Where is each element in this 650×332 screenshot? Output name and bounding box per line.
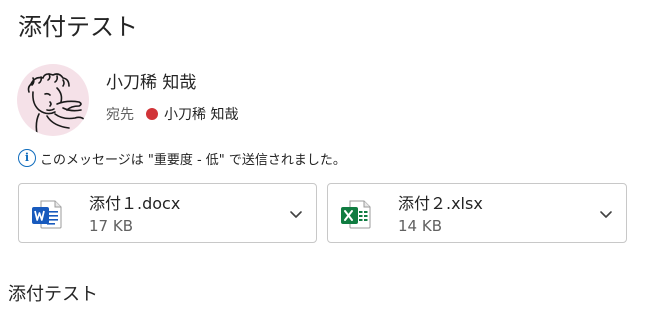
importance-notice-text: このメッセージは "重要度 - 低" で送信されました。 (40, 152, 346, 168)
chevron-down-icon[interactable] (288, 206, 304, 222)
message-body: 添付テスト (8, 284, 98, 305)
attachment-size: 14 KB (398, 217, 442, 235)
importance-notice: i このメッセージは "重要度 - 低" で送信されました。 (18, 146, 346, 170)
presence-status-icon (146, 108, 158, 120)
chevron-down-icon[interactable] (598, 206, 614, 222)
message-subject: 添付テスト (18, 13, 138, 41)
word-file-icon (32, 200, 62, 229)
recipient-row: 宛先 小刀稀 知哉 (106, 103, 238, 125)
attachment-name: 添付１.docx (89, 194, 181, 213)
to-label: 宛先 (106, 107, 134, 123)
sender-avatar[interactable] (17, 64, 89, 136)
info-icon: i (18, 149, 36, 167)
avatar-sketch-icon (27, 73, 86, 135)
attachment-card-xlsx[interactable]: 添付２.xlsx 14 KB (327, 183, 627, 243)
attachment-name: 添付２.xlsx (398, 194, 483, 213)
attachment-size: 17 KB (89, 217, 133, 235)
sender-name[interactable]: 小刀稀 知哉 (106, 72, 196, 94)
excel-file-icon (341, 200, 371, 229)
recipient-name[interactable]: 小刀稀 知哉 (164, 104, 238, 124)
attachment-card-docx[interactable]: 添付１.docx 17 KB (18, 183, 317, 243)
